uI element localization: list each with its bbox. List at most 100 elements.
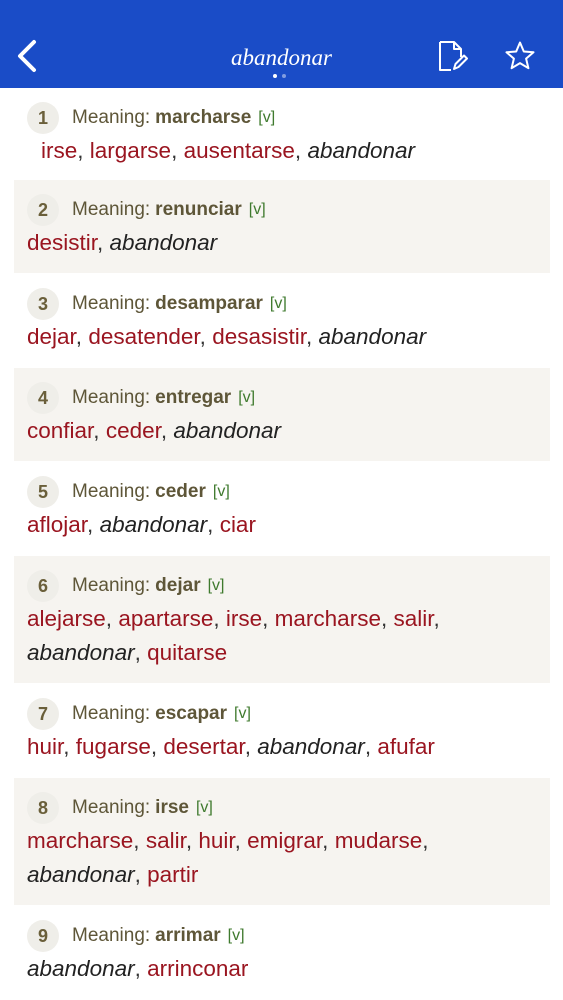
separator: , — [133, 828, 146, 853]
part-of-speech-tag: [v] — [207, 577, 225, 594]
meaning-header: 7 Meaning: escapar [v] — [27, 698, 550, 730]
part-of-speech-tag: [v] — [248, 201, 266, 218]
synonym-line: dejar, desatender, desasistir, abandonar — [27, 320, 550, 354]
separator: , — [105, 606, 119, 631]
separator: , — [244, 734, 258, 759]
synonym-link[interactable]: marcharse — [275, 606, 381, 631]
part-of-speech-tag: [v] — [227, 927, 245, 944]
meaning-label: Meaning: — [72, 797, 151, 818]
entry-number-badge: 3 — [27, 288, 59, 320]
entry-number-badge: 9 — [27, 920, 59, 952]
meaning-word[interactable]: desamparar — [155, 293, 263, 315]
synonym-link[interactable]: huir — [27, 734, 63, 759]
edit-note-button[interactable] — [432, 38, 470, 74]
synonym-link[interactable]: ceder — [106, 418, 161, 443]
synonym-line: marcharse, salir, huir, emigrar, mudarse… — [27, 824, 550, 858]
headword-synonym: abandonar — [27, 640, 135, 665]
part-of-speech-tag: [v] — [269, 295, 287, 312]
meaning-word[interactable]: irse — [155, 797, 189, 819]
meaning-word[interactable]: renunciar — [155, 199, 242, 221]
part-of-speech-tag: [v] — [234, 705, 251, 722]
entry-number-badge: 6 — [27, 570, 59, 602]
page-indicator — [273, 74, 286, 78]
entry-number-badge: 1 — [27, 102, 59, 134]
synonym-link[interactable]: partir — [147, 862, 198, 887]
synonym-link[interactable]: mudarse — [335, 828, 423, 853]
synonym-line: desistir, abandonar — [27, 226, 550, 260]
synonym-link[interactable]: desertar — [163, 734, 244, 759]
synonym-link[interactable]: salir — [146, 828, 186, 853]
separator: , — [234, 828, 248, 853]
synonym-link[interactable]: desatender — [88, 324, 199, 349]
meaning-entry: 8 Meaning: irse [v] marcharse, salir, huir, … — [14, 778, 550, 905]
synonym-link[interactable]: arrinconar — [147, 956, 248, 981]
separator: , — [262, 606, 275, 631]
part-of-speech-tag: [v] — [212, 483, 230, 500]
separator: , — [75, 324, 89, 349]
synonym-line: confiar, ceder, abandonar — [27, 414, 550, 448]
synonym-link[interactable]: marcharse — [27, 828, 133, 853]
star-icon — [505, 41, 535, 70]
meaning-header: 5 Meaning: ceder [v] — [27, 476, 550, 508]
headword-synonym: abandonar — [109, 230, 218, 255]
synonym-link[interactable]: aflojar — [27, 512, 87, 537]
meaning-word[interactable]: entregar — [155, 387, 231, 409]
synonym-link[interactable]: apartarse — [118, 606, 213, 631]
synonym-line: irse, largarse, ausentarse, abandonar — [27, 134, 550, 168]
synonym-link[interactable]: ausentarse — [184, 138, 295, 163]
synonym-link[interactable]: desasistir — [212, 324, 306, 349]
part-of-speech-tag: [v] — [195, 799, 213, 816]
meaning-word[interactable]: dejar — [155, 575, 200, 597]
page-dot — [282, 74, 286, 78]
meaning-word[interactable]: arrimar — [155, 925, 221, 947]
meaning-word[interactable]: ceder — [155, 481, 206, 503]
back-button[interactable] — [10, 36, 44, 76]
headword-synonym: abandonar — [27, 956, 135, 981]
separator: , — [433, 606, 440, 631]
separator: , — [87, 512, 100, 537]
meaning-label: Meaning: — [72, 387, 151, 408]
meaning-word[interactable]: marcharse — [155, 107, 251, 129]
chevron-left-icon — [18, 40, 36, 72]
entry-number-badge: 7 — [27, 698, 59, 730]
meaning-entry: 1 Meaning: marcharse [v] irse, largarse, aus… — [14, 88, 550, 179]
page-dot — [273, 74, 277, 78]
separator: , — [63, 734, 76, 759]
meaning-entry: 6 Meaning: dejar [v] alejarse, apartarse, ir… — [14, 556, 550, 683]
synonym-link[interactable]: irse — [226, 606, 262, 631]
separator: , — [93, 418, 106, 443]
synonym-link[interactable]: alejarse — [27, 606, 106, 631]
meaning-header: 6 Meaning: dejar [v] — [27, 570, 550, 602]
meaning-header: 1 Meaning: marcharse [v] — [27, 102, 550, 134]
synonym-link[interactable]: irse — [41, 138, 77, 163]
meaning-header: 9 Meaning: arrimar [v] — [27, 920, 550, 952]
synonym-line: alejarse, apartarse, irse, marcharse, sa… — [27, 602, 550, 636]
synonym-link[interactable]: fugarse — [76, 734, 151, 759]
synonym-link[interactable]: quitarse — [147, 640, 227, 665]
favorite-button[interactable] — [502, 38, 538, 74]
synonym-line: huir, fugarse, desertar, abandonar, afuf… — [27, 730, 550, 764]
headword-synonym: abandonar — [318, 324, 427, 349]
synonym-link[interactable]: ciar — [220, 512, 256, 537]
entry-number-badge: 2 — [27, 194, 59, 226]
synonym-link[interactable]: confiar — [27, 418, 93, 443]
synonym-link[interactable]: huir — [198, 828, 234, 853]
separator: , — [380, 606, 394, 631]
meaning-label: Meaning: — [72, 293, 151, 314]
synonym-link[interactable]: afufar — [377, 734, 435, 759]
nav-header: abandonar — [0, 0, 563, 88]
meaning-label: Meaning: — [72, 199, 151, 220]
synonym-line: abandonar, partir — [27, 858, 550, 892]
synonym-link[interactable]: largarse — [90, 138, 171, 163]
meaning-label: Meaning: — [72, 575, 151, 596]
headword-synonym: abandonar — [99, 512, 208, 537]
synonym-link[interactable]: emigrar — [247, 828, 322, 853]
separator: , — [97, 230, 110, 255]
meaning-label: Meaning: — [72, 481, 151, 502]
meaning-header: 3 Meaning: desamparar [v] — [27, 288, 550, 320]
synonym-link[interactable]: desistir — [27, 230, 97, 255]
meaning-word[interactable]: escapar — [155, 703, 227, 725]
headword-synonym: abandonar — [173, 418, 281, 443]
synonym-link[interactable]: salir — [393, 606, 433, 631]
synonym-link[interactable]: dejar — [27, 324, 76, 349]
